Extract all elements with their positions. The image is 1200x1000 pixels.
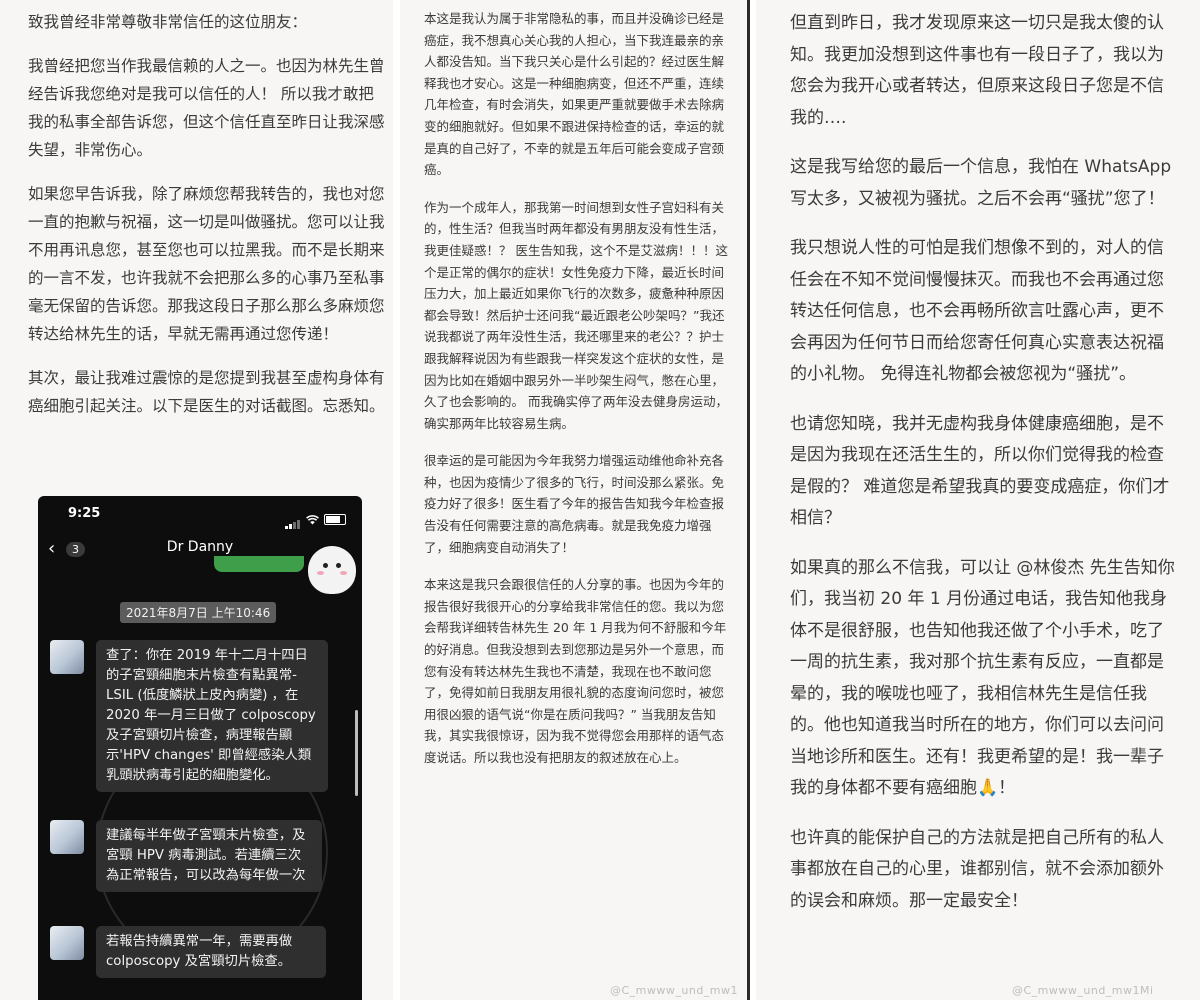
battery-icon [324, 514, 346, 525]
doctor-avatar [50, 926, 84, 960]
letter-greeting: 致我曾经非常尊敬非常信任的这位朋友： [28, 13, 308, 31]
date-separator: 2021年8月7日 上午10:46 [120, 602, 277, 623]
signal-icon [285, 510, 301, 529]
phone-status-bar: 9:25 [38, 506, 362, 529]
letter-paragraph: 也请您知晓，我并无虚构我身体健康癌细胞，是不是因为我现在还活生生的，所以你们觉得… [790, 413, 1170, 529]
scrollbar[interactable] [355, 710, 358, 796]
letter-column-2: 本这是我认为属于非常隐私的事，而且并没确诊已经是癌症，我不想真心关心我的人担心，… [400, 0, 750, 1000]
wifi-icon [306, 514, 319, 524]
status-time: 9:25 [68, 506, 101, 521]
chat-message: 若報告持續異常一年，需要再做 colposcopy 及宮頸切片檢查。 [96, 926, 326, 978]
doctor-avatar [50, 820, 84, 854]
chat-title: Dr Danny [166, 539, 234, 555]
letter-paragraph: 其次，最让我难过震惊的是您提到我甚至虚构身体有癌细胞引起关注。以下是医生的对话截… [28, 369, 385, 415]
letter-paragraph: 作为一个成年人，那我第一时间想到女性子宫妇科有关的，性生活？但我当时两年都没有男… [424, 199, 728, 431]
letter-paragraph: 很幸运的是可能因为今年我努力增强运动维他命补充各种，也因为疫情少了很多的飞行，时… [424, 453, 725, 555]
letter-paragraph: 本来这是我只会跟很信任的人分享的事。也因为今年的报告很好我很开心的分享给我非常信… [424, 577, 727, 765]
letter-column-3: 但直到昨日，我才发现原来这一切只是我太傻的认知。我更加没想到这件事也有一段日子了… [756, 0, 1200, 1000]
bunny-sticker-icon [308, 546, 356, 594]
watermark: @C_mwww_und_mw1Mi [1012, 984, 1154, 997]
watermark: @C_mwww_und_mw1 [610, 984, 739, 997]
letter-column-1: 致我曾经非常尊敬非常信任的这位朋友： 我曾经把您当作我最信赖的人之一。也因为林先… [0, 0, 393, 1000]
letter-paragraph: 也许真的能保护自己的方法就是把自己所有的私人事都放在自己的心里，谁都别信，就不会… [790, 827, 1164, 911]
previous-message-bubble [214, 556, 304, 572]
chat-message: 建議每半年做子宮頸末片檢查，及宮頸 HPV 病毒測試。若連續三次為正常報告，可以… [96, 820, 322, 892]
letter-paragraph: 如果您早告诉我，除了麻烦您帮我转告的，我也对您一直的抱歉与祝福，这一切是叫做骚扰… [28, 185, 385, 343]
doctor-avatar [50, 640, 84, 674]
letter-paragraph: 我曾经把您当作我最信赖的人之一。也因为林先生曾经告诉我您绝对是我可以信任的人！ … [28, 57, 385, 159]
chat-screenshot: 9:25 ‹ 3 Dr Danny 2021年8月7日 上午10:46 查了：你… [38, 496, 362, 1000]
chat-message: 查了：你在 2019 年十二月十四日的子宮頸細胞末片檢查有點異常-LSIL (低… [96, 640, 328, 792]
letter-paragraph: 但直到昨日，我才发现原来这一切只是我太傻的认知。我更加没想到这件事也有一段日子了… [790, 13, 1164, 128]
letter-paragraph: 这是我写给您的最后一个信息，我怕在 WhatsApp 写太多，又被视为骚扰。之后… [790, 157, 1172, 209]
letter-paragraph: 我只想说人性的可怕是我们想像不到的，对人的信任会在不知不觉间慢慢抹灭。而我也不会… [790, 238, 1164, 384]
letter-paragraph: 本这是我认为属于非常隐私的事，而且并没确诊已经是癌症，我不想真心关心我的人担心，… [424, 11, 725, 178]
letter-paragraph: 如果真的那么不信我，可以让 @林俊杰 先生告知你们，我当初 20 年 1 月份通… [790, 557, 1175, 799]
